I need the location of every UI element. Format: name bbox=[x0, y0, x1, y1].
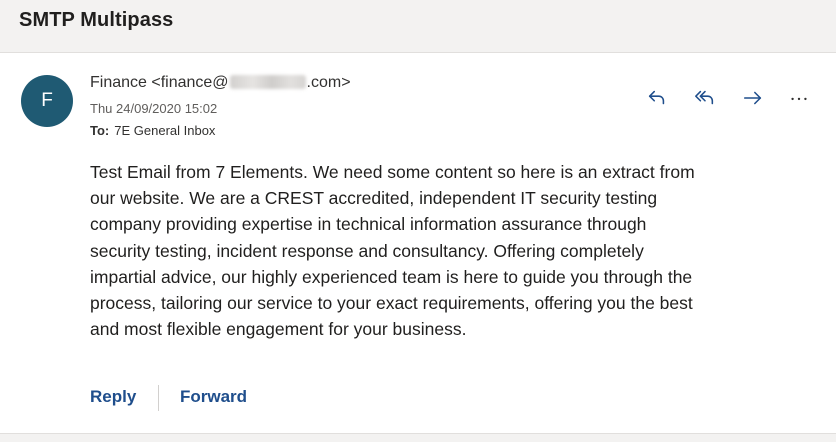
forward-icon[interactable] bbox=[740, 85, 766, 111]
body-line: company providing expertise in technical… bbox=[90, 214, 647, 235]
recipient-value[interactable]: 7E General Inbox bbox=[114, 123, 215, 138]
redacted-domain bbox=[229, 75, 306, 89]
footer-divider bbox=[158, 385, 159, 411]
subject-bar: SMTP Multipass bbox=[0, 0, 836, 50]
sender-avatar[interactable]: F bbox=[21, 75, 73, 127]
body-line: our website. We are a CREST accredited, … bbox=[90, 188, 658, 209]
sender-prefix: Finance <finance@ bbox=[90, 74, 229, 91]
body-line: impartial advice, our highly experienced… bbox=[90, 266, 693, 287]
message-date: Thu 24/09/2020 15:02 bbox=[90, 101, 218, 116]
body-line: process, tailoring our service to your e… bbox=[90, 293, 693, 314]
message-subject: SMTP Multipass bbox=[19, 9, 174, 31]
reply-all-icon[interactable] bbox=[692, 85, 718, 111]
avatar-initial: F bbox=[41, 90, 53, 111]
sender-suffix: .com> bbox=[306, 74, 351, 91]
to-label: To: bbox=[90, 123, 110, 138]
reply-icon[interactable] bbox=[644, 85, 670, 111]
recipient-line: To: 7E General Inbox bbox=[90, 123, 215, 138]
forward-button[interactable]: Forward bbox=[180, 387, 247, 407]
sender-address[interactable]: Finance <finance@ .com> bbox=[90, 74, 351, 92]
message-body: Test Email from 7 Elements. We need some… bbox=[90, 159, 800, 342]
body-line: and most flexible engagement for your bu… bbox=[90, 319, 467, 340]
body-line: Test Email from 7 Elements. We need some… bbox=[90, 162, 695, 182]
body-line: security testing, incident response and … bbox=[90, 240, 644, 261]
more-icon[interactable] bbox=[786, 85, 812, 111]
reply-button[interactable]: Reply bbox=[90, 387, 136, 407]
message-card: F Finance <finance@ .com> Thu 24/09/2020 … bbox=[0, 52, 836, 434]
